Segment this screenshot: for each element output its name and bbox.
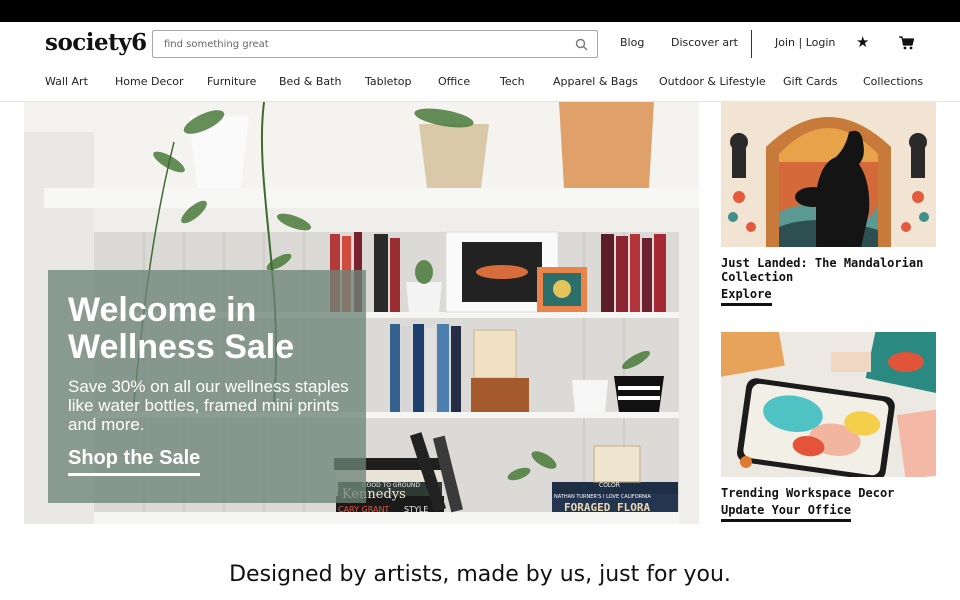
shop-sale-link[interactable]: Shop the Sale bbox=[68, 447, 201, 476]
promo-title: Trending Workspace Decor bbox=[721, 486, 895, 500]
nav-item-apparel-bags[interactable]: Apparel & Bags bbox=[553, 75, 638, 88]
discover-art-link[interactable]: Discover art bbox=[671, 36, 738, 49]
promo-title: Just Landed: The Mandalorian Collection bbox=[721, 256, 924, 284]
book-spine-label: COLOR bbox=[599, 482, 620, 489]
book-spine-label: NATHAN TURNER'S I LOVE CALIFORNIA bbox=[554, 494, 651, 500]
nav-item-office[interactable]: Office bbox=[438, 75, 470, 88]
nav-item-furniture[interactable]: Furniture bbox=[207, 75, 256, 88]
blog-link[interactable]: Blog bbox=[620, 36, 644, 49]
workspace-promo-image[interactable] bbox=[721, 332, 936, 477]
book-spine-label: STYLE bbox=[404, 505, 429, 514]
cart-icon[interactable] bbox=[899, 36, 914, 50]
nav-item-bed-bath[interactable]: Bed & Bath bbox=[279, 75, 341, 88]
mandalorian-promo-image[interactable] bbox=[721, 102, 936, 247]
site-logo[interactable]: society6 bbox=[45, 29, 147, 56]
hero-title: Welcome in Wellness Sale bbox=[68, 291, 295, 366]
update-office-link[interactable]: Update Your Office bbox=[721, 503, 852, 522]
star-icon[interactable]: ★ bbox=[856, 33, 869, 51]
join-login-link[interactable]: Join | Login bbox=[775, 36, 835, 49]
hero-subtitle: Save 30% on all our wellness staples lik… bbox=[68, 377, 349, 434]
nav-item-gift-cards[interactable]: Gift Cards bbox=[783, 75, 838, 88]
top-bar bbox=[0, 0, 960, 22]
search-input[interactable] bbox=[164, 35, 564, 53]
header-divider bbox=[751, 30, 752, 58]
mandalorian-art bbox=[721, 102, 936, 247]
category-nav: Wall Art Home Decor Furniture Bed & Bath… bbox=[0, 64, 960, 102]
book-spine-label: FORAGED FLORA bbox=[564, 501, 651, 514]
nav-item-outdoor-lifestyle[interactable]: Outdoor & Lifestyle bbox=[659, 75, 766, 88]
nav-item-tech[interactable]: Tech bbox=[500, 75, 525, 88]
book-spine-label: CARY GRANT bbox=[338, 505, 390, 514]
search-icon[interactable] bbox=[575, 38, 588, 51]
nav-item-tabletop[interactable]: Tabletop bbox=[365, 75, 411, 88]
site-header: society6 Blog Discover art Join | Login … bbox=[0, 22, 960, 64]
workspace-art bbox=[721, 332, 936, 477]
explore-link[interactable]: Explore bbox=[721, 287, 772, 306]
nav-item-wall-art[interactable]: Wall Art bbox=[45, 75, 88, 88]
tagline: Designed by artists, made by us, just fo… bbox=[229, 562, 731, 587]
nav-item-home-decor[interactable]: Home Decor bbox=[115, 75, 184, 88]
nav-item-collections[interactable]: Collections bbox=[863, 75, 923, 88]
search-box[interactable] bbox=[152, 30, 598, 58]
